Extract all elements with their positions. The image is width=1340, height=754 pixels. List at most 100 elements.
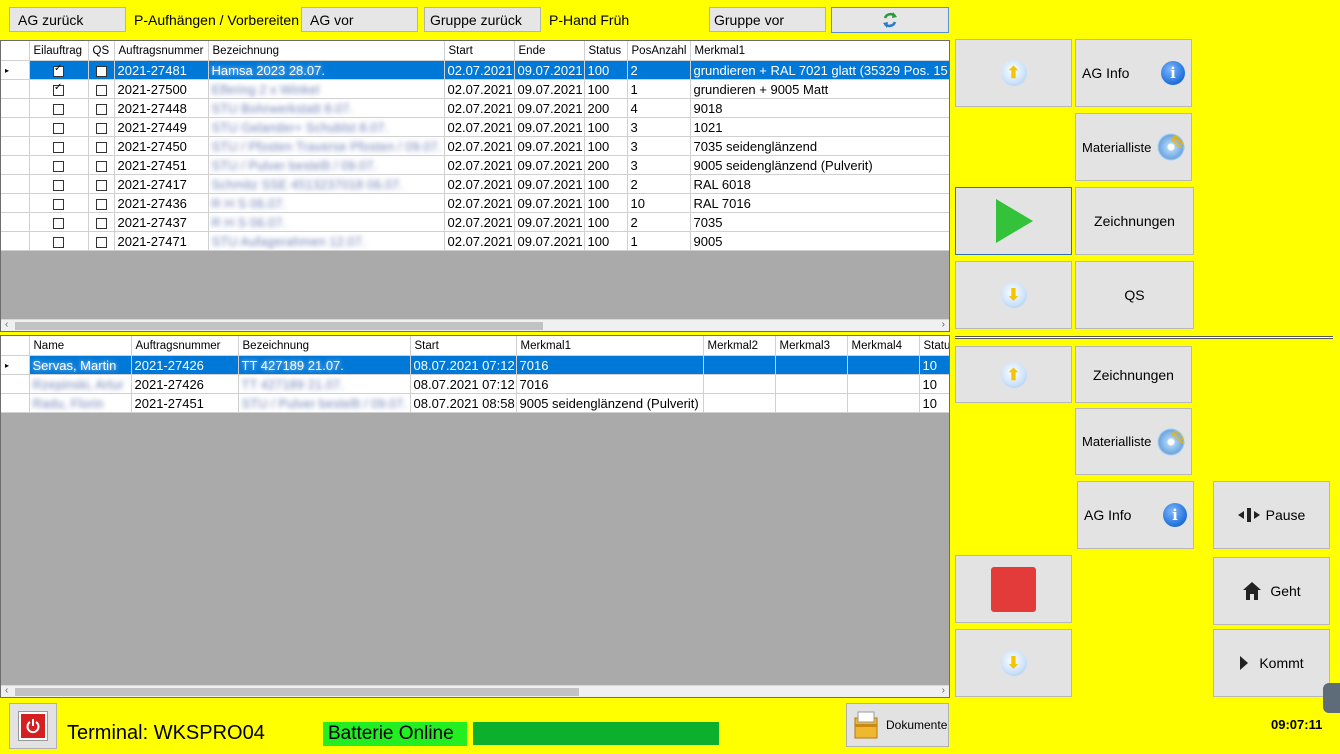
checkbox[interactable] [95,65,107,77]
qs-checkbox-cell[interactable] [88,231,115,251]
qs-checkbox-cell[interactable] [88,155,115,175]
checkbox[interactable] [53,82,64,96]
table-row[interactable]: 2021-27436 R H S 06.07. 02.07.2021 09.07.20… [1,193,949,213]
order-down-button[interactable]: ⬇ [955,261,1072,329]
row-header[interactable] [1,174,30,194]
eilauftrag-checkbox-cell[interactable] [29,212,89,232]
row-header[interactable] [1,98,30,118]
row-header[interactable] [1,117,30,137]
checkbox[interactable] [95,160,107,172]
table-row[interactable]: ▸ Servas, Martin 2021-27426 TT 427189 21.07… [1,355,949,375]
checkbox[interactable] [95,141,107,153]
row-header[interactable]: ▸ [1,60,30,80]
checkbox[interactable] [53,198,64,210]
side-tab-handle[interactable] [1323,683,1340,713]
checkbox[interactable] [53,179,64,191]
checkbox[interactable] [95,103,107,115]
checkbox[interactable] [53,103,64,115]
qs-checkbox-cell[interactable] [88,136,115,156]
eilauftrag-checkbox-cell[interactable] [29,60,89,80]
table-row[interactable]: Rzepinski, Artur 2021-27426 TT 427189 21.0… [1,374,949,394]
column-header[interactable]: Bezeichnung [238,336,411,356]
stop-button[interactable] [955,555,1072,623]
qs-checkbox-cell[interactable] [88,212,115,232]
active-grid[interactable]: Name Auftragsnummer Bezeichnung Start Merkma… [0,335,950,698]
column-header[interactable]: Auftragsnummer [131,336,239,356]
pause-button[interactable]: Pause [1213,481,1330,549]
checkbox[interactable] [53,122,64,134]
column-header[interactable]: Merkmal4 [847,336,920,356]
scroll-thumb[interactable] [15,688,579,696]
qs-checkbox-cell[interactable] [88,98,115,118]
orders-grid[interactable]: Eilauftrag QS Auftragsnummer Bezeichnung Sta… [0,40,950,332]
geht-button[interactable]: Geht [1213,557,1330,625]
worker-up-button[interactable]: ⬆ [955,346,1072,403]
column-header[interactable]: QS [88,41,115,61]
eilauftrag-checkbox-cell[interactable] [29,193,89,213]
active-hscrollbar[interactable]: ‹ › [1,685,949,697]
checkbox[interactable] [53,236,64,248]
eilauftrag-checkbox-cell[interactable] [29,117,89,137]
group-back-button[interactable]: Gruppe zurück [424,7,541,32]
qs-checkbox-cell[interactable] [88,79,115,99]
checkbox[interactable] [95,217,107,229]
eilauftrag-checkbox-cell[interactable] [29,98,89,118]
scroll-thumb[interactable] [15,322,543,330]
table-row[interactable]: 2021-27471 STU Aufagerahmen 12.07. 02.07.2… [1,231,949,251]
checkbox[interactable] [53,141,64,153]
scroll-left-icon[interactable]: ‹ [5,685,8,696]
qs-button[interactable]: QS [1075,261,1194,329]
ag-back-button[interactable]: AG zurück [9,7,126,32]
column-header[interactable]: Merkmal2 [703,336,776,356]
eilauftrag-checkbox-cell[interactable] [29,174,89,194]
column-header[interactable]: PosAnzahl [627,41,691,61]
checkbox[interactable] [95,84,107,96]
table-row[interactable]: 2021-27449 STU Gelander+ Schublst 8.07. 02… [1,117,949,137]
column-header[interactable]: Start [444,41,515,61]
column-header[interactable]: Statu [919,336,949,356]
row-header[interactable] [1,231,30,251]
table-row[interactable]: 2021-27437 R H S 06.07. 02.07.2021 09.07.20… [1,212,949,232]
table-row[interactable]: 2021-27450 STU / Pfosten Traverse Pfosten… [1,136,949,156]
eilauftrag-checkbox-cell[interactable] [29,79,89,99]
table-row[interactable]: 2021-27451 STU / Pulver bestellt / 09.07.… [1,155,949,175]
column-header[interactable]: Status [584,41,628,61]
ag-info-button[interactable]: AG Info i [1075,39,1192,107]
kommt-button[interactable]: Kommt [1213,629,1330,697]
orders-hscrollbar[interactable]: ‹ › [1,319,949,331]
checkbox[interactable] [95,179,107,191]
checkbox[interactable] [53,217,64,229]
qs-checkbox-cell[interactable] [88,193,115,213]
order-up-button[interactable]: ⬆ [955,39,1072,107]
eilauftrag-checkbox-cell[interactable] [29,231,89,251]
documents-button[interactable]: Dokumente [846,703,949,747]
column-header[interactable]: Auftragsnummer [114,41,209,61]
zeichnungen2-button[interactable]: Zeichnungen [1075,346,1192,403]
column-header[interactable]: Eilauftrag [29,41,89,61]
table-row[interactable]: 2021-27500Elfering 2 x Winkel02.07.20210… [1,79,949,99]
checkbox[interactable] [95,236,107,248]
column-header[interactable]: Bezeichnung [208,41,445,61]
qs-checkbox-cell[interactable] [88,117,115,137]
row-header[interactable] [1,374,30,394]
power-button[interactable] [9,703,57,749]
checkbox[interactable] [95,122,107,134]
table-row[interactable]: 2021-27417 Schmitz SSE 4513237018 06.07. 0… [1,174,949,194]
column-header[interactable]: Merkmal3 [775,336,848,356]
table-row[interactable]: ▸ 2021-27481Hamsa 2023 28.07.02.07.202109… [1,60,949,80]
checkbox[interactable] [53,160,64,172]
row-header[interactable] [1,193,30,213]
qs-checkbox-cell[interactable] [88,174,115,194]
scroll-right-icon[interactable]: › [942,319,945,330]
column-header[interactable]: Merkmal1 [690,41,949,61]
eilauftrag-checkbox-cell[interactable] [29,155,89,175]
column-header[interactable]: Ende [514,41,585,61]
refresh-button[interactable] [831,7,949,33]
scroll-right-icon[interactable]: › [942,685,945,696]
qs-checkbox-cell[interactable] [88,60,115,80]
row-header[interactable] [1,393,30,413]
column-header[interactable]: Start [410,336,517,356]
scroll-left-icon[interactable]: ‹ [5,319,8,330]
checkbox[interactable] [53,63,64,77]
ag-next-button[interactable]: AG vor [301,7,418,32]
